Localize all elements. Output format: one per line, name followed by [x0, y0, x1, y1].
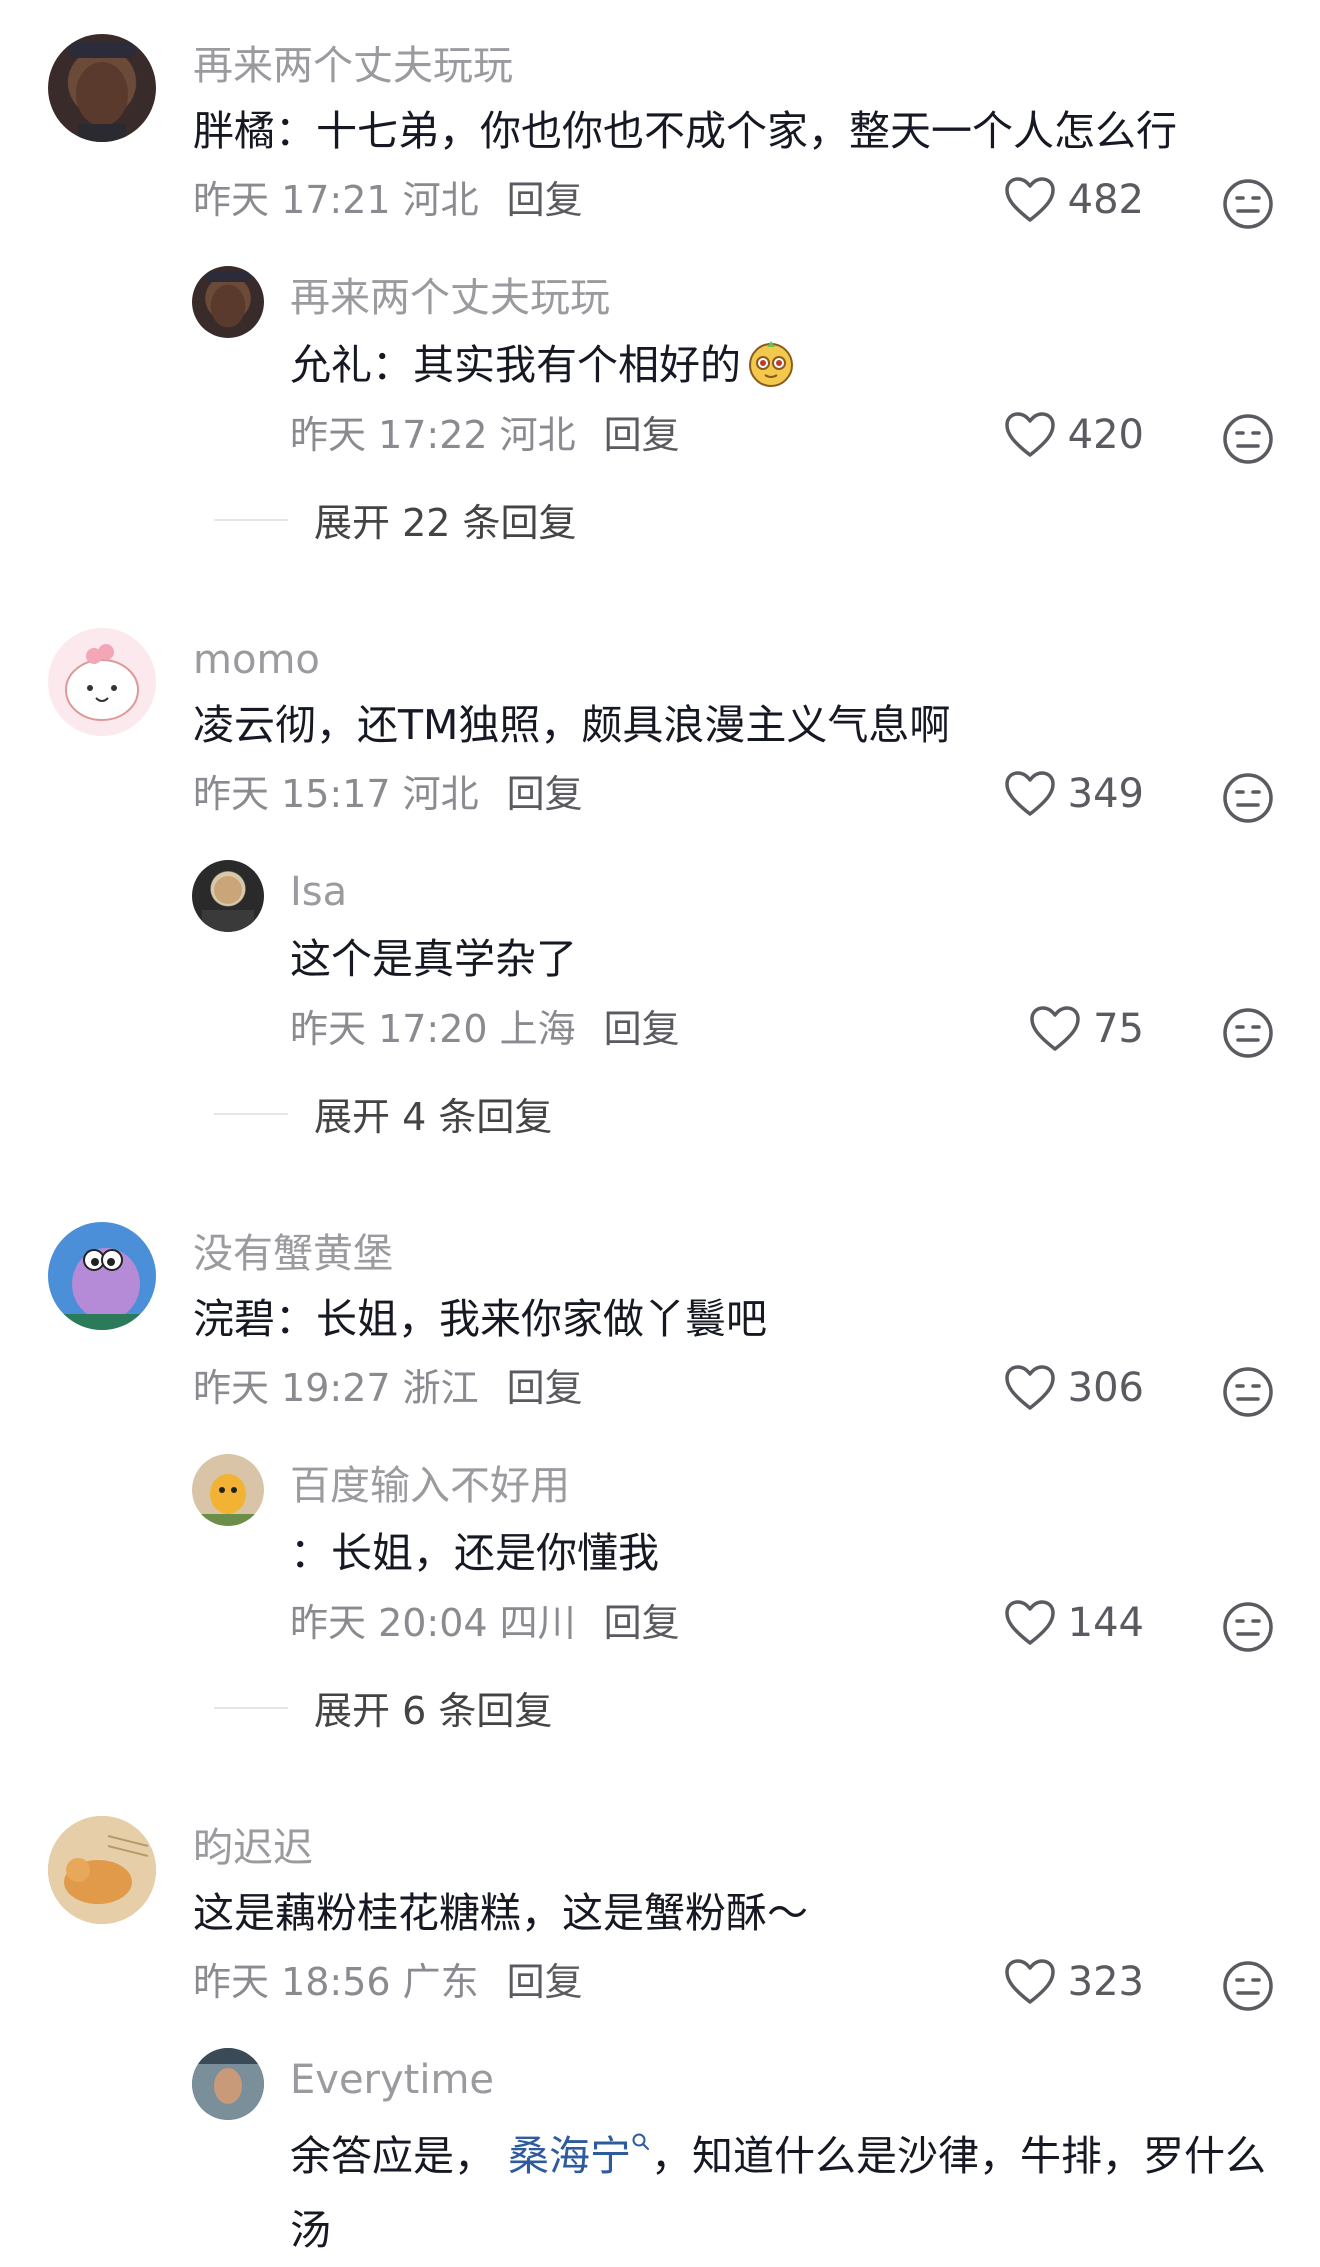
- username[interactable]: 没有蟹黄堡: [193, 1230, 393, 1278]
- like-count: 306: [1067, 1365, 1144, 1411]
- avatar[interactable]: [192, 2048, 264, 2120]
- like-button[interactable]: 323: [1004, 1958, 1144, 2006]
- like-count: 75: [1093, 1006, 1144, 1052]
- expand-replies-button[interactable]: 展开 22 条回复: [214, 492, 577, 547]
- reply-button[interactable]: 回复: [507, 1366, 583, 1410]
- like-count: 482: [1067, 177, 1144, 223]
- avatar[interactable]: [48, 34, 156, 142]
- avatar[interactable]: [48, 1816, 156, 1924]
- neutral-face-icon[interactable]: [1222, 1960, 1274, 2012]
- heart-outline-icon: [1004, 771, 1055, 816]
- like-count: 144: [1067, 1600, 1144, 1646]
- timestamp-location: 昨天 19:27 浙江: [193, 1366, 479, 1410]
- neutral-face-icon[interactable]: [1222, 413, 1274, 465]
- divider: [214, 1706, 288, 1709]
- reply-button[interactable]: 回复: [507, 178, 583, 222]
- neutral-face-icon[interactable]: [1222, 772, 1274, 824]
- expand-replies-label: 展开 4 条回复: [314, 1095, 553, 1139]
- comment-text: 这是藕粉桂花糖糕，这是蟹粉酥～: [193, 1889, 808, 1937]
- like-button[interactable]: 482: [1004, 176, 1144, 224]
- comment-text: ：长姐，还是你懂我: [290, 1529, 659, 1577]
- heart-outline-icon: [1030, 1006, 1080, 1051]
- comment-meta: 昨天 15:17 河北 回复: [193, 770, 583, 818]
- timestamp-location: 昨天 20:04 四川: [290, 1601, 576, 1645]
- reply-button[interactable]: 回复: [604, 1007, 680, 1051]
- mention-link[interactable]: 桑海宁: [508, 2132, 651, 2180]
- heart-outline-icon: [1004, 1600, 1055, 1645]
- timestamp-location: 昨天 17:22 河北: [290, 413, 576, 457]
- comment-text: 凌云彻，还TM独照，颇具浪漫主义气息啊: [193, 701, 951, 749]
- like-button[interactable]: 306: [1004, 1364, 1144, 1412]
- reply-button[interactable]: 回复: [507, 1960, 583, 2004]
- like-button[interactable]: 349: [1004, 770, 1144, 818]
- heart-outline-icon: [1004, 1959, 1055, 2004]
- avatar[interactable]: [48, 1222, 156, 1330]
- like-button[interactable]: 144: [1004, 1599, 1144, 1647]
- comment-meta: 昨天 18:56 广东 回复: [193, 1958, 583, 2006]
- avatar[interactable]: [192, 1454, 264, 1526]
- heart-outline-icon: [1004, 1365, 1055, 1410]
- username[interactable]: Isa: [290, 868, 347, 916]
- search-icon: [632, 2133, 650, 2150]
- like-button[interactable]: 420: [1004, 411, 1144, 459]
- divider: [214, 518, 288, 521]
- comment-meta: 昨天 17:20 上海 回复: [290, 1005, 680, 1053]
- expand-replies-label: 展开 6 条回复: [314, 1689, 553, 1733]
- like-count: 323: [1067, 1959, 1144, 2005]
- timestamp-location: 昨天 17:20 上海: [290, 1007, 576, 1051]
- username[interactable]: Everytime: [290, 2056, 494, 2104]
- like-count: 349: [1067, 771, 1144, 817]
- neutral-face-icon[interactable]: [1222, 178, 1274, 230]
- reply-button[interactable]: 回复: [507, 772, 583, 816]
- neutral-face-icon[interactable]: [1222, 1007, 1274, 1059]
- comment-text: 余答应是， 桑海宁 ，知道什么是沙律，牛排，罗什么汤: [290, 2132, 1267, 2254]
- username[interactable]: 百度输入不好用: [290, 1462, 570, 1510]
- username[interactable]: 昀迟迟: [193, 1824, 313, 1872]
- heart-outline-icon: [1004, 412, 1055, 457]
- username[interactable]: momo: [193, 636, 320, 684]
- expand-replies-label: 展开 22 条回复: [314, 501, 577, 545]
- comment-text: 允礼：其实我有个相好的: [290, 337, 797, 393]
- expand-replies-button[interactable]: 展开 6 条回复: [214, 1680, 552, 1735]
- reply-button[interactable]: 回复: [604, 1601, 680, 1645]
- timestamp-location: 昨天 15:17 河北: [193, 772, 479, 816]
- avatar[interactable]: [192, 860, 264, 932]
- timestamp-location: 昨天 17:21 河北: [193, 178, 479, 222]
- heart-outline-icon: [1004, 177, 1055, 222]
- avatar[interactable]: [192, 266, 264, 338]
- like-count: 420: [1067, 412, 1144, 458]
- comment-text: 这个是真学杂了: [290, 935, 577, 983]
- divider: [214, 1112, 288, 1115]
- reply-button[interactable]: 回复: [604, 413, 680, 457]
- comment-meta: 昨天 17:22 河北 回复: [290, 411, 680, 459]
- neutral-face-icon[interactable]: [1222, 1601, 1274, 1653]
- username[interactable]: 再来两个丈夫玩玩: [290, 274, 610, 322]
- username[interactable]: 再来两个丈夫玩玩: [193, 42, 513, 90]
- comment-text: 胖橘：十七弟，你也你也不成个家，整天一个人怎么行: [193, 107, 1177, 155]
- comment-text: 浣碧：长姐，我来你家做丫鬟吧: [193, 1295, 767, 1343]
- monkey-emoji-icon: [749, 341, 793, 387]
- comment-meta: 昨天 20:04 四川 回复: [290, 1599, 680, 1647]
- timestamp-location: 昨天 18:56 广东: [193, 1960, 479, 2004]
- avatar[interactable]: [48, 628, 156, 736]
- comment-meta: 昨天 17:21 河北 回复: [193, 176, 583, 224]
- comment-meta: 昨天 19:27 浙江 回复: [193, 1364, 583, 1412]
- expand-replies-button[interactable]: 展开 4 条回复: [214, 1086, 552, 1141]
- like-button[interactable]: 75: [1029, 1005, 1144, 1053]
- neutral-face-icon[interactable]: [1222, 1366, 1274, 1418]
